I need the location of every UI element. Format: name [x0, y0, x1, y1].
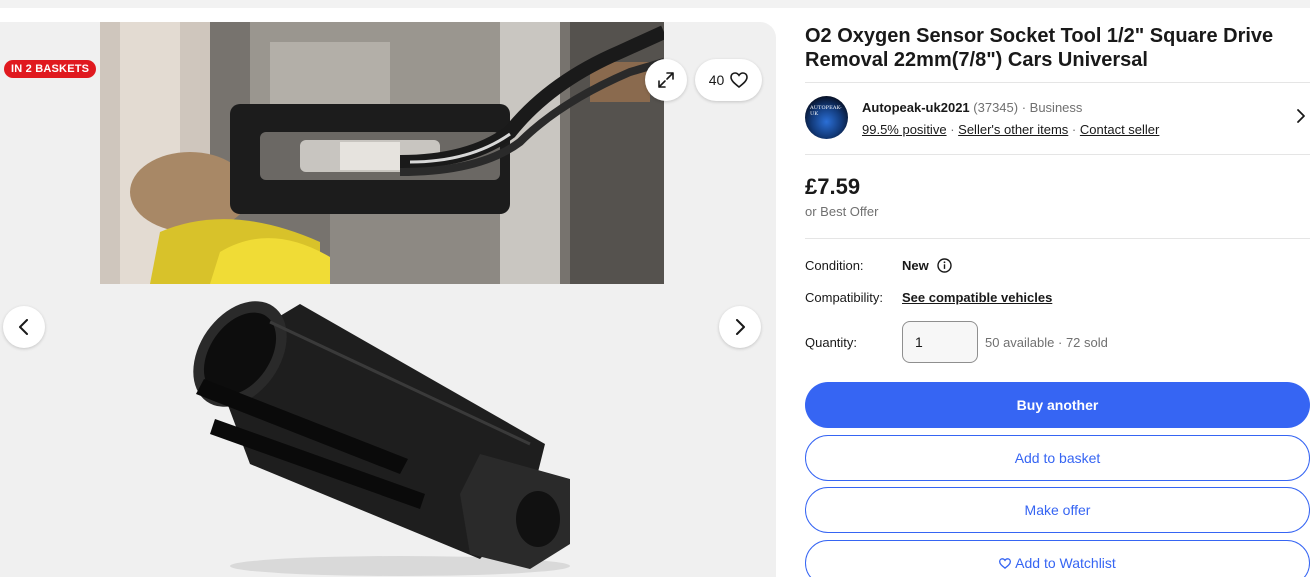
condition-value: New [902, 258, 952, 273]
image-gallery[interactable]: IN 2 BASKETS 40 [0, 22, 776, 577]
divider [805, 82, 1310, 83]
positive-feedback-link[interactable]: 99.5% positive [862, 122, 947, 137]
make-offer-button[interactable]: Make offer [805, 487, 1310, 533]
expand-icon [658, 72, 674, 88]
quantity-input[interactable] [902, 321, 978, 363]
info-icon[interactable] [937, 258, 952, 273]
watchlist-label: Add to Watchlist [1015, 555, 1116, 571]
watch-count: 40 [708, 72, 725, 88]
chevron-right-icon[interactable] [1296, 108, 1306, 124]
heart-icon [999, 557, 1012, 569]
condition-label: Condition: [805, 258, 864, 273]
separator: · [950, 122, 955, 137]
separator: · [1071, 122, 1077, 137]
feedback-count: (37345) [973, 100, 1019, 115]
quantity-label: Quantity: [805, 335, 858, 350]
expand-button[interactable] [645, 59, 687, 101]
seller-name[interactable]: Autopeak-uk2021 [862, 100, 970, 115]
add-to-watchlist-button[interactable]: Add to Watchlist [805, 540, 1310, 577]
product-photo-socket [100, 284, 664, 577]
product-photo-installed [100, 22, 664, 284]
watch-count-button[interactable]: 40 [695, 59, 762, 101]
divider [805, 238, 1310, 239]
top-strip [0, 0, 1310, 8]
condition-text: New [902, 258, 929, 273]
chevron-left-icon [19, 319, 28, 335]
seller-type: · Business [1021, 100, 1083, 115]
add-to-basket-button[interactable]: Add to basket [805, 435, 1310, 481]
divider [805, 154, 1310, 155]
previous-image-button[interactable] [3, 306, 45, 348]
heart-icon [730, 72, 749, 88]
seller-card[interactable]: AUTOPEAK-UK Autopeak-uk2021 (37345) · Bu… [805, 96, 1310, 142]
price: £7.59 [805, 174, 861, 199]
listing-title: O2 Oxygen Sensor Socket Tool 1/2" Square… [805, 25, 1274, 71]
seller-avatar[interactable]: AUTOPEAK-UK [805, 96, 848, 139]
avatar-logo-text: AUTOPEAK-UK [810, 105, 842, 117]
compatible-vehicles-link[interactable]: See compatible vehicles [902, 290, 1052, 305]
availability-text: 50 available · 72 sold [985, 335, 1108, 350]
in-baskets-badge: IN 2 BASKETS [4, 60, 97, 78]
seller-name-line: Autopeak-uk2021 (37345) · Business [862, 100, 1082, 115]
best-offer-text: or Best Offer [805, 204, 879, 219]
seller-links: 99.5% positive · Seller's other items · … [862, 122, 1159, 137]
chevron-right-icon [736, 319, 745, 335]
compatibility-label: Compatibility: [805, 290, 884, 305]
buy-another-button[interactable]: Buy another [805, 382, 1310, 428]
seller-other-items-link[interactable]: Seller's other items [958, 122, 1068, 137]
contact-seller-link[interactable]: Contact seller [1080, 122, 1159, 137]
next-image-button[interactable] [719, 306, 761, 348]
